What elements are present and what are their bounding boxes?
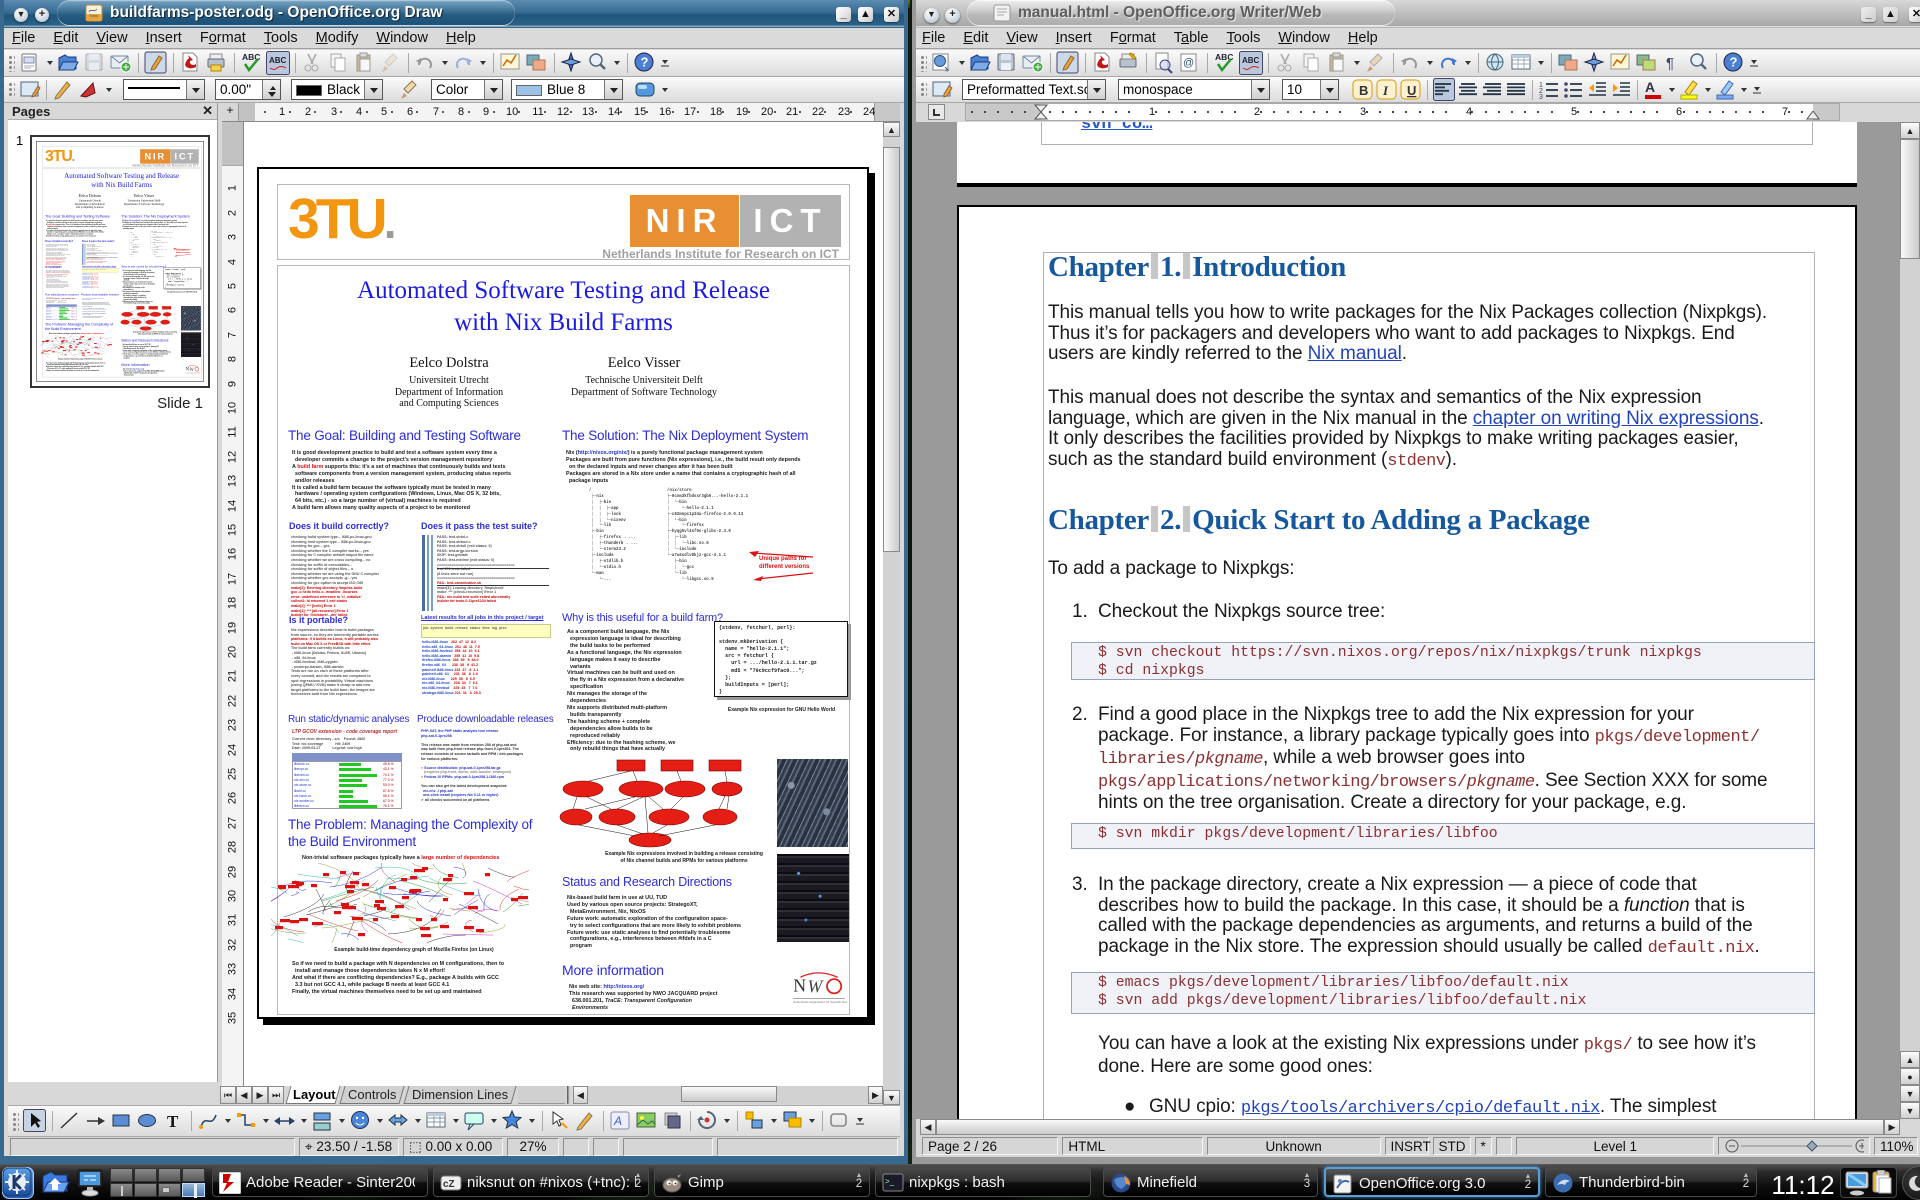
svg-text:>_: >_ (885, 1177, 895, 1186)
svg-text:?: ? (1730, 55, 1738, 70)
svg-text:A: A (613, 1114, 622, 1128)
svg-text:U: U (1407, 83, 1416, 98)
svg-text:@: @ (1183, 57, 1194, 69)
svg-text:3: 3 (1539, 94, 1543, 101)
svg-text:T: T (167, 1112, 179, 1131)
svg-text:N: N (793, 976, 806, 996)
svg-text:N: N (186, 368, 190, 373)
svg-text:I: I (1382, 83, 1389, 98)
svg-text:A: A (1645, 79, 1655, 95)
svg-text:¶: ¶ (1666, 55, 1674, 72)
svg-text:W: W (807, 976, 824, 996)
svg-text:cZ: cZ (443, 1179, 455, 1190)
svg-text:ABC: ABC (1242, 56, 1260, 65)
svg-text:?: ? (641, 55, 649, 70)
svg-text:W: W (189, 368, 194, 373)
svg-text:Netherlands Organisation for S: Netherlands Organisation for Scientific … (793, 1000, 847, 1004)
svg-text:B: B (1359, 83, 1368, 98)
svg-text:ABC: ABC (269, 56, 287, 65)
